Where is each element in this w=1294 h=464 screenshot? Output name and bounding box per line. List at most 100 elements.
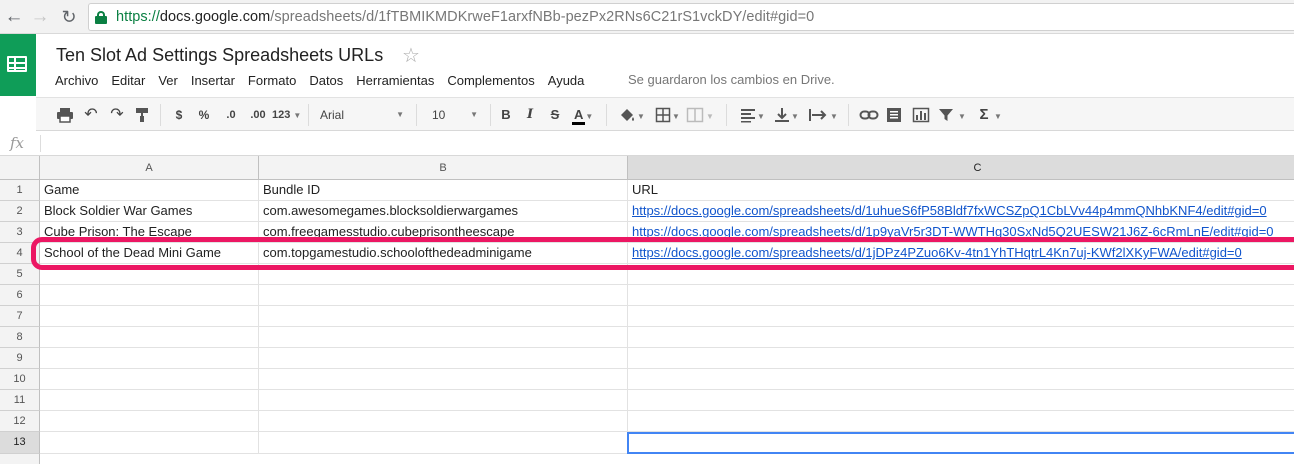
url-text[interactable]: https://docs.google.com/spreadsheets/d/1… [116, 9, 814, 25]
paint-format-icon[interactable] [134, 107, 150, 123]
row-header[interactable]: 5 [0, 264, 40, 285]
empty-cell[interactable] [628, 411, 1294, 432]
empty-cell[interactable] [628, 285, 1294, 306]
empty-cell[interactable] [40, 327, 259, 348]
empty-cell[interactable] [259, 369, 628, 390]
menu-complementos[interactable]: Complementos [447, 73, 534, 88]
functions-button[interactable]: Σ [976, 105, 992, 125]
empty-cell[interactable] [628, 390, 1294, 411]
empty-cell[interactable] [40, 306, 259, 327]
decrease-decimal-button[interactable]: .0 [221, 105, 241, 125]
row-header[interactable]: 7 [0, 306, 40, 327]
empty-cell[interactable] [259, 348, 628, 369]
cell-b4[interactable]: com.topgamestudio.schoolofthedeadminigam… [259, 243, 628, 264]
empty-cell[interactable] [40, 411, 259, 432]
empty-cell[interactable] [40, 348, 259, 369]
cell-a4[interactable]: School of the Dead Mini Game [40, 243, 259, 264]
print-icon[interactable] [56, 107, 74, 123]
row-header[interactable]: 12 [0, 411, 40, 432]
empty-cell[interactable] [259, 306, 628, 327]
menu-formato[interactable]: Formato [248, 73, 296, 88]
cell-c1[interactable]: URL [628, 180, 1294, 201]
chevron-down-icon[interactable]: ▼ [672, 105, 680, 125]
select-all-corner[interactable] [0, 156, 40, 180]
document-title[interactable]: Ten Slot Ad Settings Spreadsheets URLs [56, 45, 383, 66]
font-size-select[interactable]: 10 ▼ [432, 105, 480, 125]
undo-icon[interactable]: ↶ [82, 105, 100, 125]
row-header[interactable]: 11 [0, 390, 40, 411]
cell-c2-link[interactable]: https://docs.google.com/spreadsheets/d/1… [628, 201, 1294, 222]
row-header[interactable]: 13 [0, 432, 40, 454]
menu-ayuda[interactable]: Ayuda [548, 73, 585, 88]
align-left-icon[interactable] [740, 107, 756, 123]
more-formats-button[interactable]: 123 ▼ [272, 105, 306, 125]
reload-icon[interactable]: ↻ [57, 5, 81, 29]
menu-ver[interactable]: Ver [158, 73, 178, 88]
row-header[interactable]: 9 [0, 348, 40, 369]
empty-cell[interactable] [628, 327, 1294, 348]
empty-cell[interactable] [40, 264, 259, 285]
empty-cell[interactable] [259, 264, 628, 285]
formula-bar[interactable]: fx [0, 131, 1294, 156]
spreadsheet-grid[interactable]: A B C 1 2 3 4 5 6 7 8 9 10 11 12 13 Game… [0, 156, 1294, 464]
menu-herramientas[interactable]: Herramientas [356, 73, 434, 88]
empty-cell[interactable] [628, 369, 1294, 390]
empty-cell[interactable] [628, 306, 1294, 327]
empty-cell[interactable] [628, 348, 1294, 369]
chevron-down-icon[interactable]: ▼ [706, 105, 714, 125]
empty-cell[interactable] [259, 432, 628, 454]
row-header[interactable]: 4 [0, 243, 40, 264]
menu-insertar[interactable]: Insertar [191, 73, 235, 88]
chevron-down-icon[interactable]: ▼ [958, 105, 966, 125]
empty-cell[interactable] [259, 327, 628, 348]
column-header-c[interactable]: C [628, 156, 1294, 180]
cell-c4-link[interactable]: https://docs.google.com/spreadsheets/d/1… [628, 243, 1294, 264]
star-icon[interactable]: ☆ [402, 43, 420, 68]
cell-a3[interactable]: Cube Prison: The Escape [40, 222, 259, 243]
menu-datos[interactable]: Datos [309, 73, 343, 88]
column-header-a[interactable]: A [40, 156, 259, 180]
sheets-logo-icon[interactable] [0, 34, 36, 96]
bold-button[interactable]: B [499, 105, 513, 125]
vertical-align-icon[interactable] [774, 107, 790, 123]
empty-cell[interactable] [40, 285, 259, 306]
row-header[interactable]: 2 [0, 201, 40, 222]
chevron-down-icon[interactable]: ▼ [830, 105, 838, 125]
fill-color-icon[interactable] [618, 107, 636, 123]
cell-b3[interactable]: com.freegamesstudio.cubeprisontheescape [259, 222, 628, 243]
cell-b1[interactable]: Bundle ID [259, 180, 628, 201]
empty-cell[interactable] [259, 390, 628, 411]
italic-button[interactable]: I [523, 105, 537, 125]
menu-editar[interactable]: Editar [111, 73, 145, 88]
redo-icon[interactable]: ↷ [108, 105, 126, 125]
chart-icon[interactable] [912, 107, 930, 123]
link-icon[interactable] [859, 108, 879, 122]
back-arrow-icon[interactable]: ← [2, 5, 26, 29]
row-header[interactable]: 10 [0, 369, 40, 390]
comment-icon[interactable] [886, 107, 902, 123]
cell-c3-link[interactable]: https://docs.google.com/spreadsheets/d/1… [628, 222, 1294, 243]
cell-a2[interactable]: Block Soldier War Games [40, 201, 259, 222]
row-header[interactable]: 8 [0, 327, 40, 348]
chevron-down-icon[interactable]: ▼ [791, 105, 799, 125]
filter-icon[interactable] [938, 107, 954, 123]
empty-cell[interactable] [259, 285, 628, 306]
row-header[interactable]: 1 [0, 180, 40, 201]
strikethrough-button[interactable]: S [548, 105, 562, 125]
address-bar[interactable]: https://docs.google.com/spreadsheets/d/1… [88, 3, 1294, 31]
empty-cell[interactable] [40, 432, 259, 454]
forward-arrow-icon[interactable]: → [28, 5, 52, 29]
chevron-down-icon[interactable]: ▼ [994, 105, 1002, 125]
column-header-b[interactable]: B [259, 156, 628, 180]
merge-cells-icon[interactable] [686, 107, 704, 123]
borders-icon[interactable] [655, 107, 671, 123]
currency-format-button[interactable]: $ [172, 105, 186, 125]
empty-cell[interactable] [40, 369, 259, 390]
row-header[interactable]: 3 [0, 222, 40, 243]
empty-cell[interactable] [40, 390, 259, 411]
empty-cell[interactable] [628, 264, 1294, 285]
empty-cell[interactable] [259, 411, 628, 432]
row-header[interactable]: 6 [0, 285, 40, 306]
font-family-select[interactable]: Arial ▼ [320, 105, 406, 125]
selected-cell-c13[interactable] [627, 432, 1294, 454]
